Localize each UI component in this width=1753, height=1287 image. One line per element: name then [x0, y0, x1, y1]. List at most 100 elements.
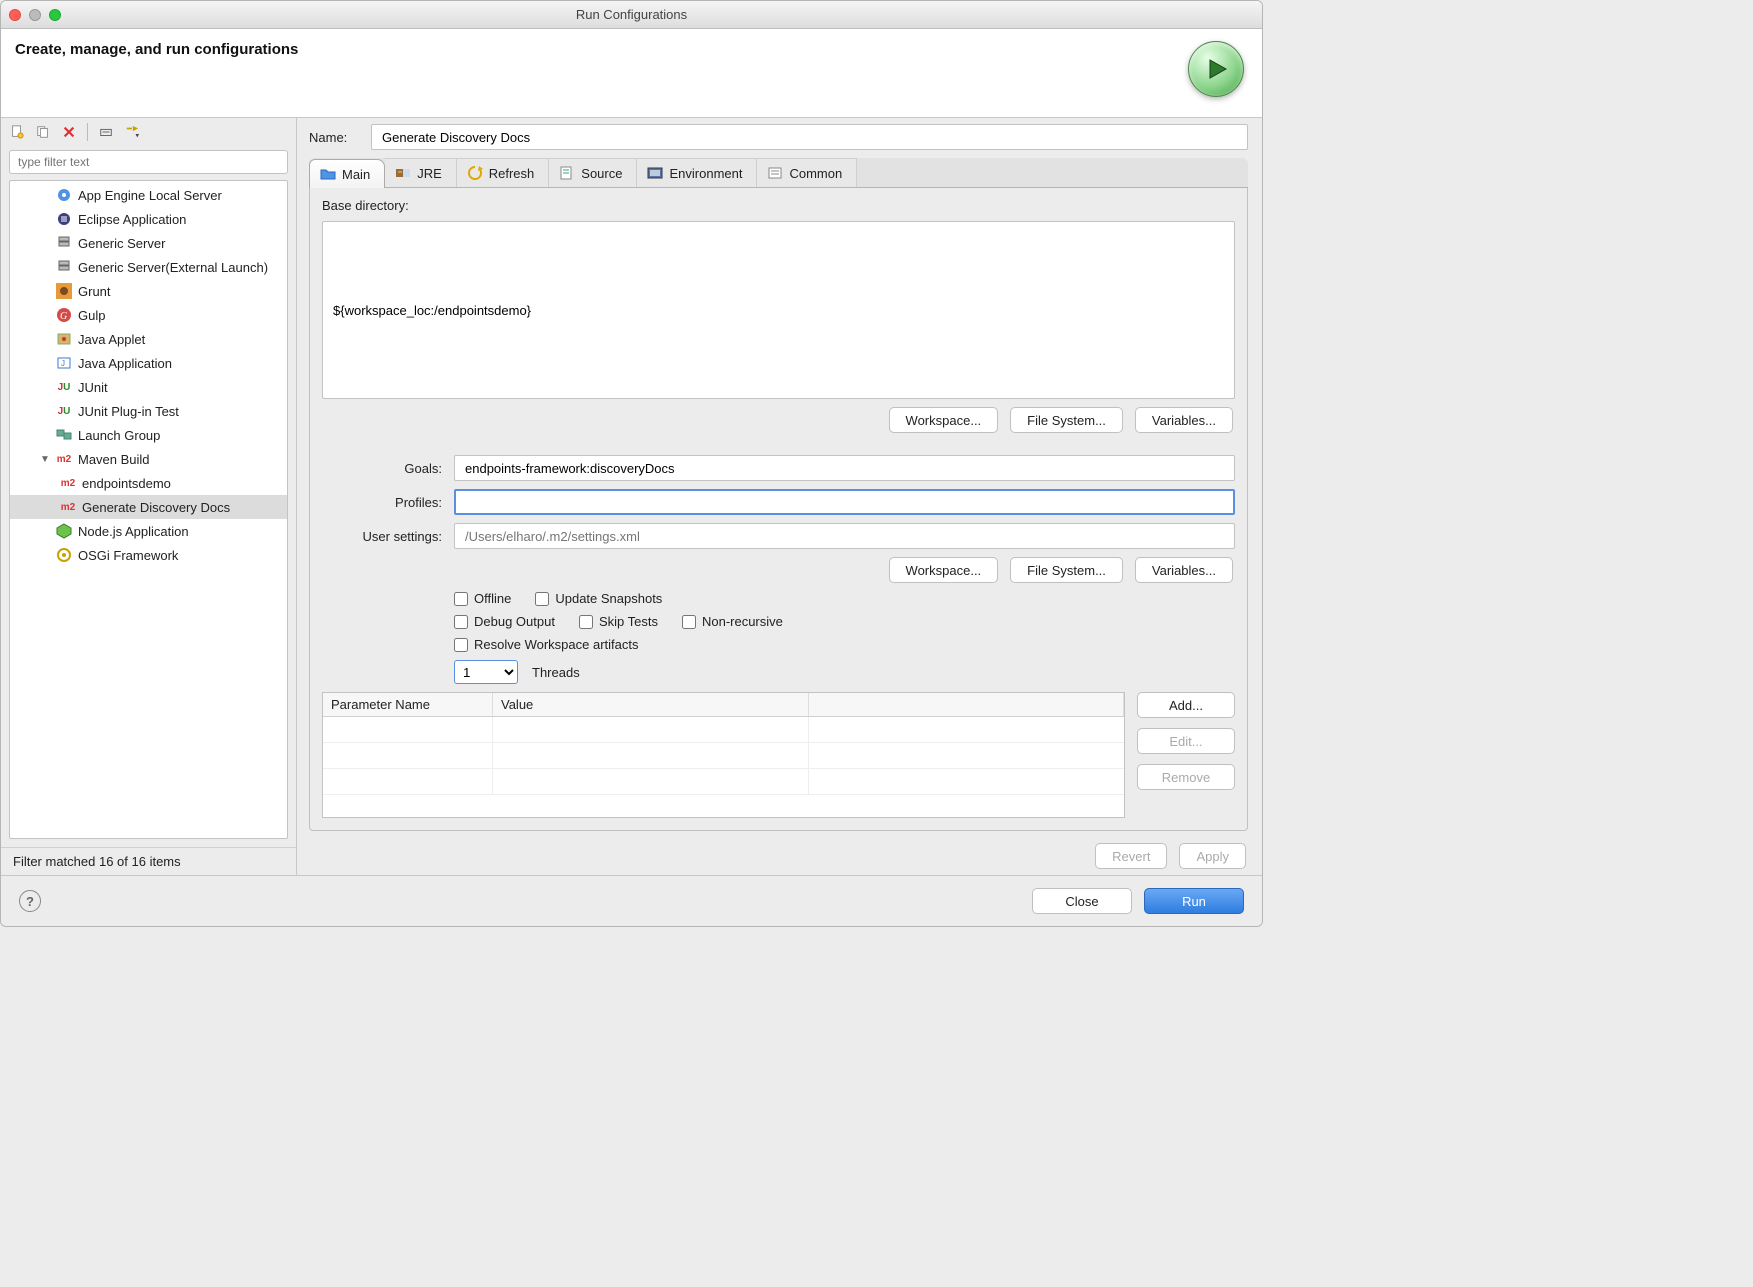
table-row[interactable]: [323, 717, 1124, 743]
apply-button: Apply: [1179, 843, 1246, 869]
launchgroup-icon: [56, 427, 72, 443]
m2-icon: m2: [60, 499, 76, 515]
tree-item[interactable]: m2 Generate Discovery Docs: [10, 495, 287, 519]
base-directory-input[interactable]: [322, 221, 1235, 399]
left-pane: ▾ App Engine Local Server Eclipse Applica…: [1, 118, 297, 875]
non-recursive-checkbox[interactable]: Non-recursive: [682, 614, 783, 629]
tab-common[interactable]: Common: [757, 158, 857, 187]
tree-item[interactable]: Grunt: [10, 279, 287, 303]
base-variables-button[interactable]: Variables...: [1135, 407, 1233, 433]
eclipse-icon: [56, 211, 72, 227]
junit-icon: JU: [56, 403, 72, 419]
dialog-header: Create, manage, and run configurations: [1, 29, 1262, 118]
debug-output-checkbox[interactable]: Debug Output: [454, 614, 555, 629]
close-button[interactable]: Close: [1032, 888, 1132, 914]
junit-icon: JU: [56, 379, 72, 395]
run-configurations-window: Run Configurations Create, manage, and r…: [0, 0, 1263, 927]
tab-main[interactable]: Main: [309, 159, 385, 188]
tab-environment[interactable]: Environment: [637, 158, 757, 187]
tree-item-label: JUnit: [78, 380, 108, 395]
javaapp-icon: J: [56, 355, 72, 371]
duplicate-config-icon[interactable]: [33, 122, 53, 142]
gulp-icon: G: [56, 307, 72, 323]
tree-item-label: endpointsdemo: [82, 476, 171, 491]
dialog-heading: Create, manage, and run configurations: [15, 41, 298, 58]
osgi-icon: [56, 547, 72, 563]
applet-icon: [56, 331, 72, 347]
svg-text:▾: ▾: [136, 132, 140, 139]
user-settings-input[interactable]: [454, 523, 1235, 549]
tree-item[interactable]: Eclipse Application: [10, 207, 287, 231]
tree-item[interactable]: JU JUnit: [10, 375, 287, 399]
params-table[interactable]: Parameter Name Value: [322, 692, 1125, 818]
tree-item[interactable]: Generic Server: [10, 231, 287, 255]
tab-jre[interactable]: JRE: [385, 158, 457, 187]
tree-item[interactable]: OSGi Framework: [10, 543, 287, 567]
base-filesystem-button[interactable]: File System...: [1010, 407, 1123, 433]
name-row: Name:: [297, 124, 1256, 158]
tab-source[interactable]: Source: [549, 158, 637, 187]
params-edit-button: Edit...: [1137, 728, 1235, 754]
skip-tests-checkbox[interactable]: Skip Tests: [579, 614, 658, 629]
window-title: Run Configurations: [1, 7, 1262, 22]
config-tree[interactable]: App Engine Local Server Eclipse Applicati…: [9, 180, 288, 839]
goals-input[interactable]: [454, 455, 1235, 481]
right-pane: Name: Main JRE: [297, 118, 1262, 875]
source-icon: [559, 165, 575, 181]
tab-refresh[interactable]: Refresh: [457, 158, 550, 187]
dialog-footer: ? Close Run: [1, 875, 1262, 926]
tree-item[interactable]: Java Applet: [10, 327, 287, 351]
jre-icon: [395, 165, 411, 181]
filter-input[interactable]: [9, 150, 288, 174]
tree-item[interactable]: J Java Application: [10, 351, 287, 375]
tree-item-label: Generic Server: [78, 236, 165, 251]
new-config-icon[interactable]: [7, 122, 27, 142]
tree-item-label: Maven Build: [78, 452, 150, 467]
tree-item-label: Grunt: [78, 284, 111, 299]
tree-item-label: Generate Discovery Docs: [82, 500, 230, 515]
server-icon: [56, 259, 72, 275]
profiles-input[interactable]: [454, 489, 1235, 515]
tabbar: Main JRE Refresh: [309, 158, 1248, 188]
name-input[interactable]: [371, 124, 1248, 150]
delete-config-icon[interactable]: [59, 122, 79, 142]
run-button[interactable]: Run: [1144, 888, 1244, 914]
tree-item[interactable]: m2endpointsdemo: [10, 471, 287, 495]
params-add-button[interactable]: Add...: [1137, 692, 1235, 718]
filter-menu-icon[interactable]: ▾: [122, 122, 142, 142]
common-icon: [767, 165, 783, 181]
collapse-all-icon[interactable]: [96, 122, 116, 142]
settings-filesystem-button[interactable]: File System...: [1010, 557, 1123, 583]
settings-variables-button[interactable]: Variables...: [1135, 557, 1233, 583]
tree-item[interactable]: JUJUnit Plug-in Test: [10, 399, 287, 423]
tree-item[interactable]: ▼m2Maven Build: [10, 447, 287, 471]
tree-item-label: Generic Server(External Launch): [78, 260, 268, 275]
tree-item-label: Eclipse Application: [78, 212, 186, 227]
user-settings-label: User settings:: [322, 529, 442, 544]
threads-select[interactable]: 1: [454, 660, 518, 684]
name-label: Name:: [309, 130, 359, 145]
tree-item-label: Launch Group: [78, 428, 160, 443]
tree-item[interactable]: G Gulp: [10, 303, 287, 327]
tree-item[interactable]: App Engine Local Server: [10, 183, 287, 207]
tree-item[interactable]: Generic Server(External Launch): [10, 255, 287, 279]
table-row[interactable]: [323, 743, 1124, 769]
m2-icon: m2: [56, 451, 72, 467]
help-icon[interactable]: ?: [19, 890, 41, 912]
profiles-label: Profiles:: [322, 495, 442, 510]
offline-checkbox[interactable]: Offline: [454, 591, 511, 606]
update-snapshots-checkbox[interactable]: Update Snapshots: [535, 591, 662, 606]
base-directory-label: Base directory:: [322, 198, 1235, 213]
appengine-icon: [56, 187, 72, 203]
table-row[interactable]: [323, 769, 1124, 795]
left-toolbar: ▾: [1, 118, 296, 146]
tree-item[interactable]: Node.js Application: [10, 519, 287, 543]
tree-item-label: Gulp: [78, 308, 105, 323]
tree-item[interactable]: Launch Group: [10, 423, 287, 447]
resolve-workspace-checkbox[interactable]: Resolve Workspace artifacts: [454, 637, 639, 652]
settings-workspace-button[interactable]: Workspace...: [889, 557, 999, 583]
base-workspace-button[interactable]: Workspace...: [889, 407, 999, 433]
svg-text:G: G: [60, 311, 67, 322]
tree-item-label: Java Application: [78, 356, 172, 371]
filter-status: Filter matched 16 of 16 items: [1, 847, 296, 875]
